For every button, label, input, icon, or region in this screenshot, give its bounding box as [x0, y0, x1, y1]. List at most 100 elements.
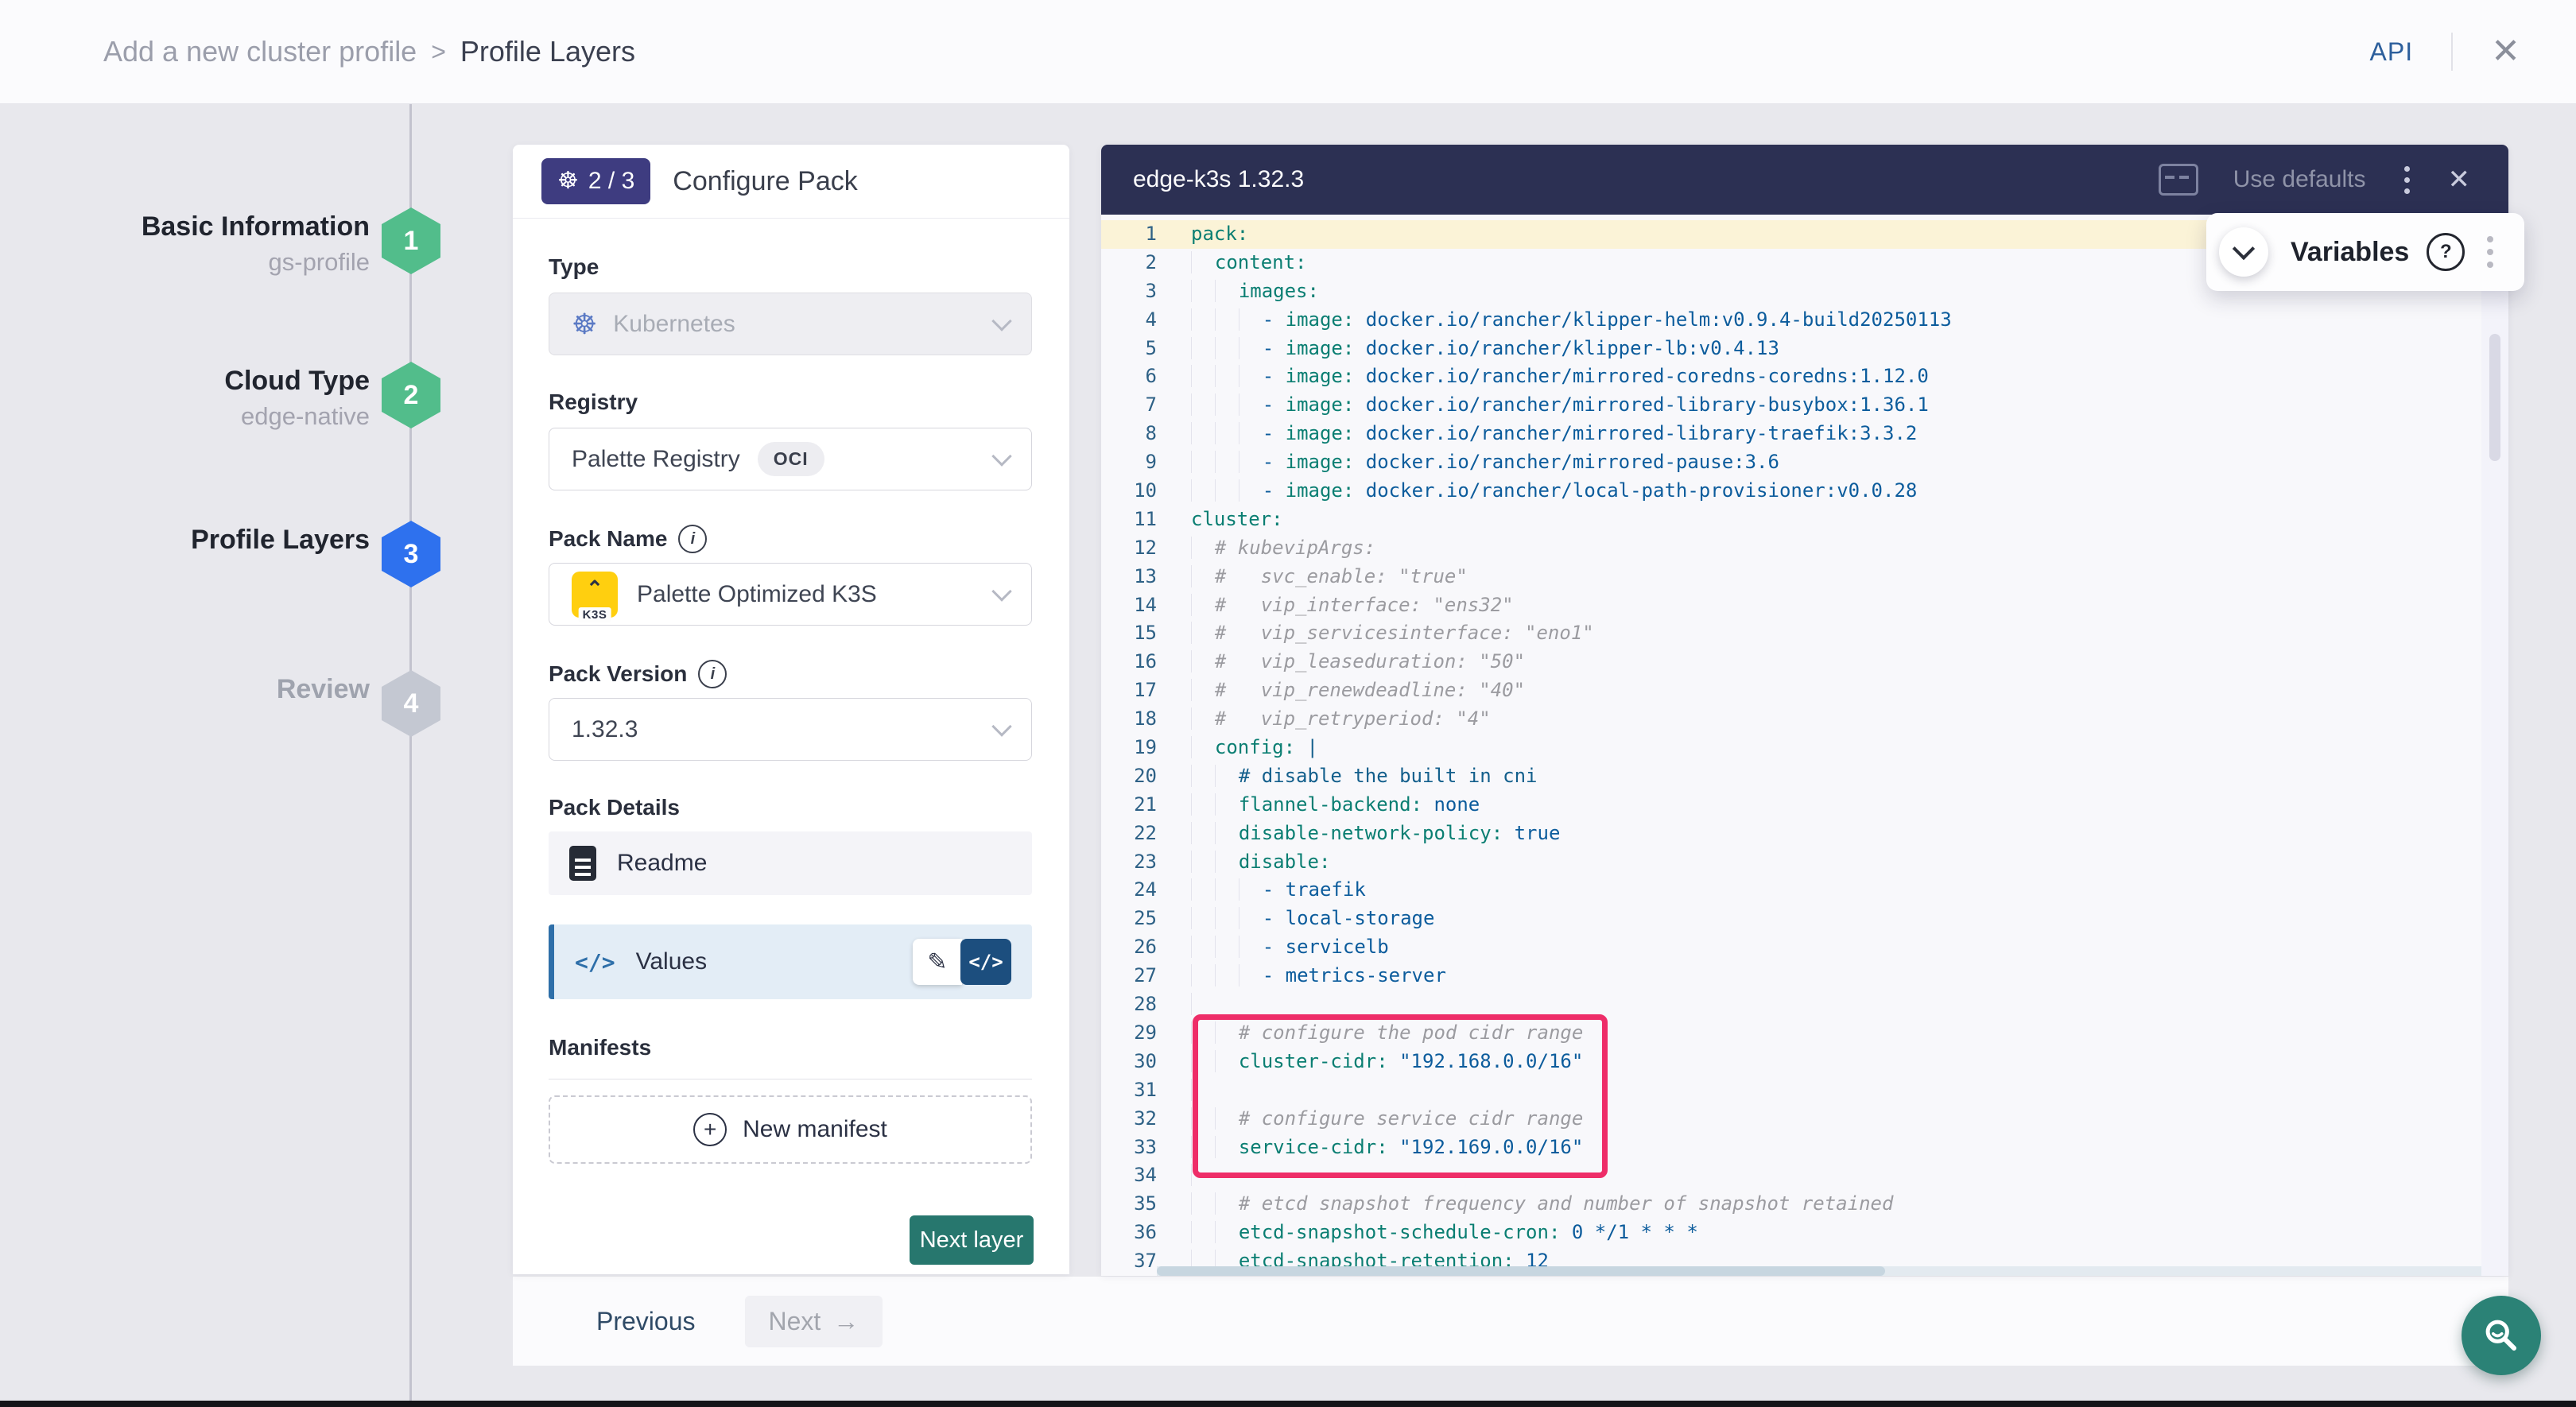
new-manifest-button[interactable]: + New manifest [549, 1095, 1032, 1164]
k3s-pack-icon: ⌃ K3S [572, 572, 618, 618]
configure-pack-header: ☸ 2 / 3 Configure Pack [513, 145, 1069, 219]
type-label: Type [549, 254, 599, 280]
type-select[interactable]: ☸ Kubernetes [549, 293, 1032, 355]
breadcrumb-parent[interactable]: Add a new cluster profile [103, 35, 417, 68]
chevron-down-icon [2233, 238, 2255, 260]
variables-title: Variables [2291, 237, 2409, 268]
horizontal-scrollbar[interactable] [1157, 1266, 2481, 1276]
vertical-scrollbar-thumb[interactable] [2489, 334, 2500, 461]
code-line[interactable]: 34 [1101, 1161, 2508, 1190]
step-number-hexagon[interactable]: 4 [382, 670, 440, 737]
pack-details-label: Pack Details [549, 795, 680, 820]
code-line[interactable]: 35 # etcd snapshot frequency and number … [1101, 1190, 2508, 1219]
code-line[interactable]: 29 # configure the pod cidr range [1101, 1019, 2508, 1048]
code-line[interactable]: 6 - image: docker.io/rancher/mirrored-co… [1101, 362, 2508, 391]
code-line[interactable]: 5 - image: docker.io/rancher/klipper-lb:… [1101, 335, 2508, 363]
step-title: Cloud Type [36, 363, 370, 398]
stepper-step-basic-information[interactable]: Basic Informationgs-profile1 [0, 201, 513, 304]
next-layer-button[interactable]: Next layer [910, 1215, 1034, 1265]
code-line[interactable]: 13 # svc_enable: "true" [1101, 563, 2508, 591]
code-line[interactable]: 27 - metrics-server [1101, 962, 2508, 990]
top-bar: Add a new cluster profile > Profile Laye… [0, 0, 2576, 104]
code-line[interactable]: 12 # kubevipArgs: [1101, 534, 2508, 563]
code-line[interactable]: 30 cluster-cidr: "192.168.0.0/16" [1101, 1048, 2508, 1076]
pack-name-value: Palette Optimized K3S [637, 581, 877, 608]
code-line[interactable]: 17 # vip_renewdeadline: "40" [1101, 676, 2508, 705]
code-line[interactable]: 19 config: | [1101, 734, 2508, 762]
stepper-step-cloud-type[interactable]: Cloud Typeedge-native2 [0, 355, 513, 459]
next-label: Next [769, 1307, 821, 1336]
code-line[interactable]: 9 - image: docker.io/rancher/mirrored-pa… [1101, 448, 2508, 477]
variables-menu-icon[interactable] [2484, 233, 2496, 271]
chevron-down-icon [991, 311, 1011, 331]
code-line[interactable]: 18 # vip_retryperiod: "4" [1101, 705, 2508, 734]
vertical-scrollbar[interactable] [2481, 215, 2508, 1276]
next-layer-label: Next layer [920, 1227, 1024, 1254]
api-link[interactable]: API [2370, 37, 2414, 67]
code-line[interactable]: 15 # vip_servicesinterface: "eno1" [1101, 619, 2508, 648]
diff-view-icon[interactable] [2159, 164, 2198, 196]
pack-name-select[interactable]: ⌃ K3S Palette Optimized K3S [549, 563, 1032, 626]
code-line[interactable]: 32 # configure service cidr range [1101, 1105, 2508, 1134]
step-number-hexagon[interactable]: 3 [382, 521, 440, 587]
code-line[interactable]: 26 - servicelb [1101, 933, 2508, 962]
next-button[interactable]: Next → [745, 1296, 883, 1347]
k3s-tag: K3S [579, 607, 611, 622]
breadcrumb: Add a new cluster profile > Profile Laye… [103, 35, 635, 68]
code-view-button[interactable]: </> [960, 939, 1011, 985]
code-line[interactable]: 14 # vip_interface: "ens32" [1101, 591, 2508, 620]
code-line[interactable]: 24 - traefik [1101, 876, 2508, 905]
code-line[interactable]: 25 - local-storage [1101, 905, 2508, 933]
oci-badge: OCI [758, 442, 824, 476]
topbar-divider [2451, 33, 2453, 71]
horizontal-scrollbar-thumb[interactable] [1157, 1266, 1885, 1276]
step-number-hexagon[interactable]: 2 [382, 362, 440, 428]
edit-values-button[interactable]: ✎ [913, 939, 962, 985]
layer-count-badge: ☸ 2 / 3 [541, 158, 650, 204]
code-line[interactable]: 11cluster: [1101, 506, 2508, 534]
info-icon[interactable]: i [678, 525, 707, 553]
document-icon [569, 846, 596, 881]
code-line[interactable]: 8 - image: docker.io/rancher/mirrored-li… [1101, 420, 2508, 448]
registry-select[interactable]: Palette Registry OCI [549, 428, 1032, 490]
code-line[interactable]: 31 [1101, 1076, 2508, 1105]
variables-panel: Variables ? [2206, 213, 2524, 291]
registry-label: Registry [549, 390, 638, 415]
code-line[interactable]: 28 [1101, 990, 2508, 1019]
code-line[interactable]: 20 # disable the built in cni [1101, 762, 2508, 791]
code-line[interactable]: 36 etcd-snapshot-schedule-cron: 0 */1 * … [1101, 1219, 2508, 1247]
breadcrumb-separator-icon: > [431, 37, 446, 67]
pack-version-select[interactable]: 1.32.3 [549, 698, 1032, 761]
previous-button[interactable]: Previous [596, 1307, 696, 1336]
info-icon[interactable]: i [698, 660, 727, 688]
stepper-step-review[interactable]: Review 4 [0, 664, 513, 767]
stepper-step-profile-layers[interactable]: Profile Layers 3 [0, 514, 513, 618]
search-fab-button[interactable] [2462, 1296, 2541, 1375]
editor-close-icon[interactable]: ✕ [2448, 166, 2471, 193]
step-title: Review [36, 672, 370, 707]
editor-body[interactable]: 1pack:2 content:3 images:4 - image: dock… [1101, 215, 2508, 1276]
help-icon[interactable]: ? [2427, 233, 2465, 271]
variables-collapse-button[interactable] [2219, 227, 2268, 277]
step-labels: Profile Layers [36, 522, 370, 557]
screen-bottom-edge [0, 1401, 2576, 1407]
code-line[interactable]: 7 - image: docker.io/rancher/mirrored-li… [1101, 391, 2508, 420]
code-line[interactable]: 4 - image: docker.io/rancher/klipper-hel… [1101, 306, 2508, 335]
use-defaults-button[interactable]: Use defaults [2233, 166, 2366, 193]
readme-tab[interactable]: Readme [549, 831, 1032, 895]
code-line[interactable]: 33 service-cidr: "192.169.0.0/16" [1101, 1134, 2508, 1162]
code-line[interactable]: 22 disable-network-policy: true [1101, 820, 2508, 848]
code-line[interactable]: 23 disable: [1101, 848, 2508, 877]
values-tab[interactable]: </> Values ✎ </> [549, 924, 1032, 999]
step-number-hexagon[interactable]: 1 [382, 207, 440, 274]
close-icon[interactable]: ✕ [2491, 34, 2520, 69]
pack-version-value: 1.32.3 [572, 716, 638, 743]
code-line[interactable]: 10 - image: docker.io/rancher/local-path… [1101, 477, 2508, 506]
code-line[interactable]: 16 # vip_leaseduration: "50" [1101, 648, 2508, 676]
layer-count-label: 2 / 3 [588, 168, 634, 195]
code-icon: </> [575, 949, 615, 975]
code-line[interactable]: 21 flannel-backend: none [1101, 791, 2508, 820]
chevron-down-icon [991, 716, 1011, 736]
editor-menu-icon[interactable] [2401, 163, 2413, 197]
code-lines: 1pack:2 content:3 images:4 - image: dock… [1101, 215, 2508, 1276]
